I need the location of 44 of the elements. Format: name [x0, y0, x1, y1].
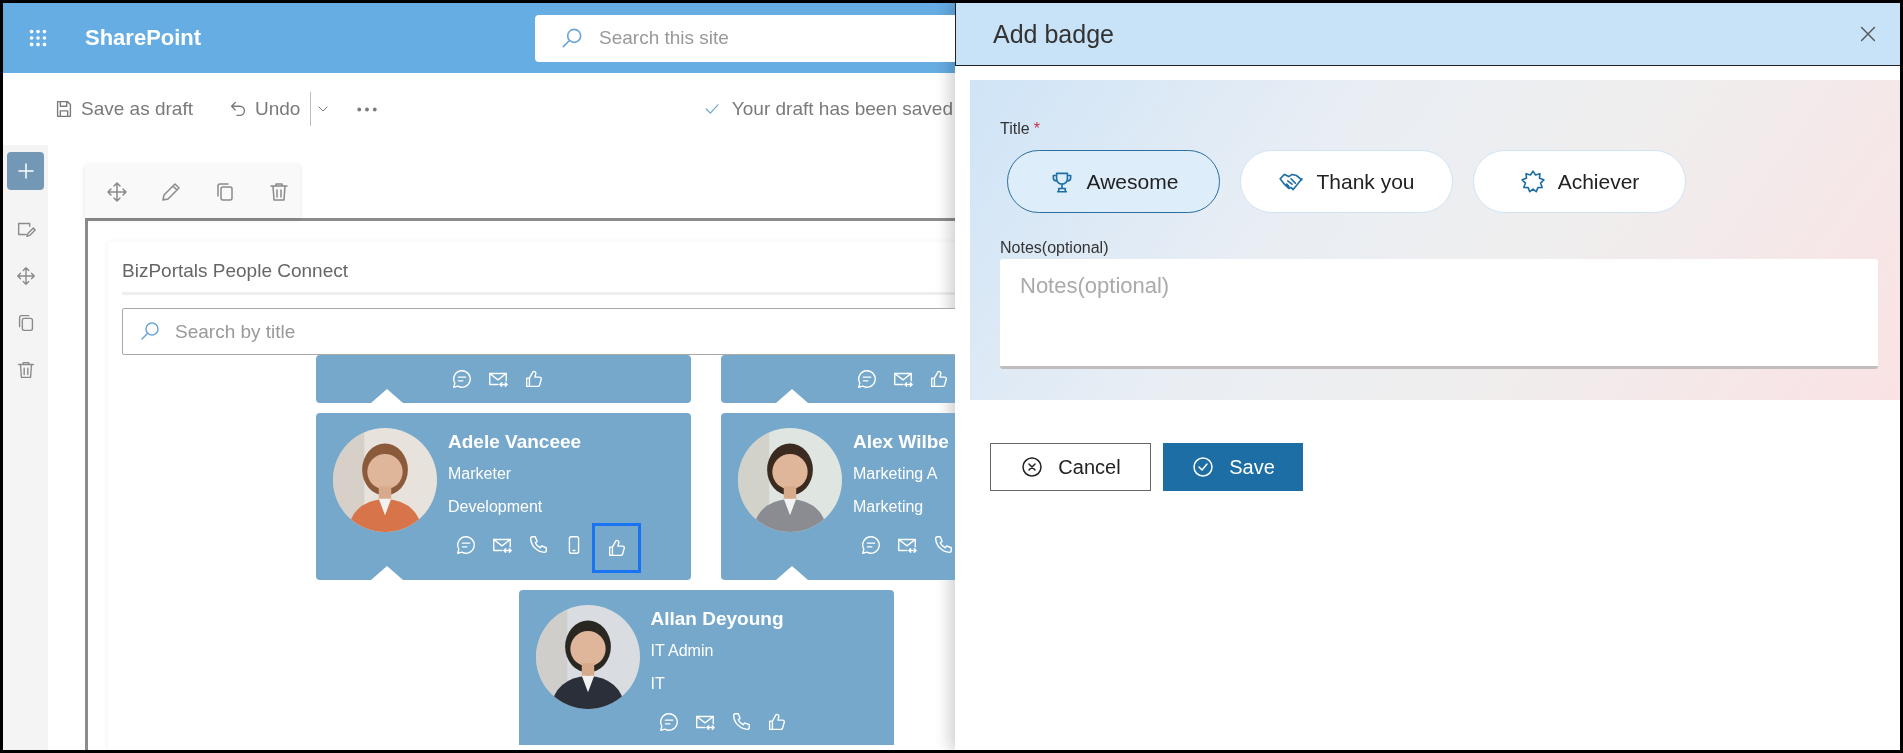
waffle-icon: [27, 27, 49, 49]
chat-icon: [451, 368, 473, 390]
draft-status: Your draft has been saved: [731, 98, 953, 120]
move-icon: [14, 265, 37, 287]
person-name: Adele Vanceee: [448, 430, 583, 454]
search-field[interactable]: Search this site: [535, 14, 955, 62]
job-title: Marketing A: [853, 464, 939, 484]
phone-icon: [527, 534, 549, 556]
person-name: Alex Wilbe: [853, 430, 950, 454]
save-button[interactable]: Save: [1163, 443, 1303, 491]
chat-icon: [856, 368, 878, 390]
panel-title: Add badge: [993, 19, 1114, 49]
move-icon: [105, 179, 129, 204]
notes-field[interactable]: Notes(optional): [1000, 259, 1878, 369]
job-title: IT Admin: [650, 641, 715, 661]
web-part-title: BizPortals People Connect: [122, 259, 349, 283]
department: Marketing: [853, 497, 925, 517]
add-section-button[interactable]: [7, 152, 44, 190]
star-badge-icon: [1519, 168, 1546, 195]
department: IT: [650, 674, 666, 694]
badge-option[interactable]: Thank you: [1240, 150, 1453, 213]
field-label: Title: [1000, 120, 1030, 138]
job-title: Marketer: [448, 464, 513, 484]
more-icon: [357, 106, 378, 112]
person-name: Allan Deyoung: [650, 607, 785, 631]
badge-option[interactable]: Awesome: [1007, 150, 1220, 213]
checkmark-circle-icon: [1191, 455, 1216, 479]
save-as-draft-button[interactable]: Save as draft: [51, 89, 195, 129]
cancel-button[interactable]: Cancel: [990, 443, 1151, 491]
department: Development: [448, 497, 544, 517]
chat-icon: [455, 534, 477, 556]
phone-icon: [932, 534, 954, 556]
card-notch: [371, 566, 403, 580]
chat-icon: [860, 534, 882, 556]
field-label: Notes(optional): [1000, 239, 1110, 257]
like-button[interactable]: [592, 523, 641, 573]
chat-icon: [657, 711, 680, 733]
thumbs-up-icon: [523, 368, 545, 390]
undo-button[interactable]: Undo: [224, 89, 303, 129]
cancel-icon: [1020, 455, 1045, 479]
search-field[interactable]: Search by title: [122, 308, 955, 355]
badge-option[interactable]: Achiever: [1473, 150, 1686, 213]
required-mark: *: [1033, 120, 1040, 138]
thumbs-up-icon: [928, 368, 950, 390]
